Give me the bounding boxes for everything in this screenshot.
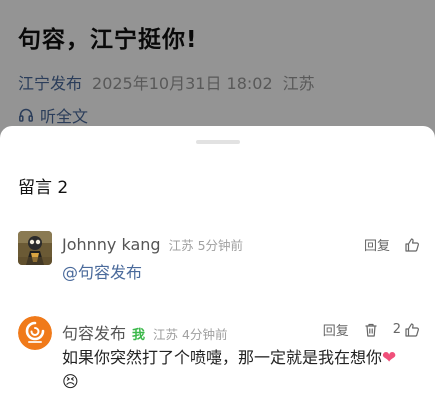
reply-button[interactable]: 回复 xyxy=(364,235,390,254)
comments-count-title: 留言 2 xyxy=(18,178,69,198)
mention-link[interactable]: @句容发布 xyxy=(62,263,142,282)
comment-header: 句容发布 我 江苏 4分钟前 xyxy=(62,320,228,344)
like-button[interactable] xyxy=(404,237,420,253)
comments-sheet: 留言 2 Johnny kang 江苏 5分钟前 回复 @句容发布 句容发布 我… xyxy=(0,126,435,405)
trash-icon xyxy=(365,323,377,337)
comment-actions: 回复 2 xyxy=(323,320,420,339)
avatar[interactable] xyxy=(18,316,52,350)
comment-header: Johnny kang 江苏 5分钟前 xyxy=(62,235,243,254)
thumbs-up-icon xyxy=(405,322,419,337)
comment-text: @句容发布 xyxy=(62,261,422,285)
avatar[interactable] xyxy=(18,231,52,265)
comment-location: 江苏 xyxy=(168,238,194,253)
delete-button[interactable] xyxy=(363,322,379,338)
comment-time: 5分钟前 xyxy=(197,238,244,253)
comment-author[interactable]: Johnny kang xyxy=(62,235,161,254)
persevering-face-emoji-icon: 😣 xyxy=(62,372,79,391)
comment-message: 如果你突然打了个喷嚏，那一定就是我在想你 xyxy=(62,348,383,367)
jurong-logo-icon xyxy=(18,316,52,350)
heart-emoji-icon: ❤ xyxy=(382,348,397,368)
comment-location: 江苏 xyxy=(153,327,179,342)
comment-text: 如果你突然打了个喷嚏，那一定就是我在想你❤ 😣 xyxy=(62,346,422,394)
like-button[interactable]: 2 xyxy=(393,322,420,338)
thumbs-up-icon xyxy=(405,237,419,252)
author-self-badge: 我 xyxy=(132,328,146,343)
comment-actions: 回复 xyxy=(364,235,420,254)
like-count: 2 xyxy=(392,322,401,337)
avatar-image xyxy=(18,231,52,265)
drag-handle[interactable] xyxy=(196,140,240,144)
comment-author[interactable]: 句容发布 xyxy=(62,320,126,344)
reply-button[interactable]: 回复 xyxy=(323,320,349,339)
comment-time: 4分钟前 xyxy=(182,327,228,342)
